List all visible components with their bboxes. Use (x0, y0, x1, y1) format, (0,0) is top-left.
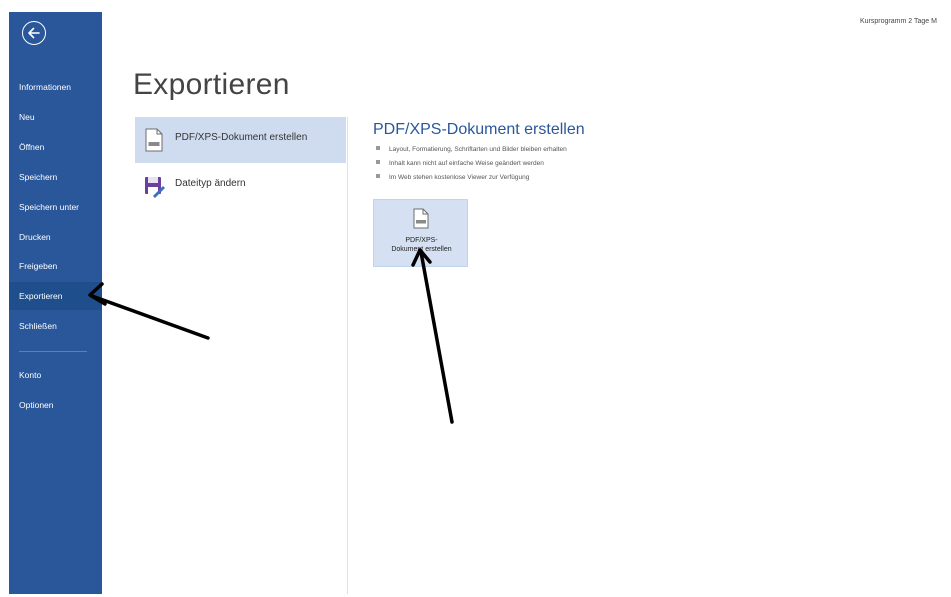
annotation-arrow-button (411, 248, 454, 424)
annotation-arrows (88, 248, 454, 424)
annotation-arrow-sidebar (88, 282, 210, 340)
